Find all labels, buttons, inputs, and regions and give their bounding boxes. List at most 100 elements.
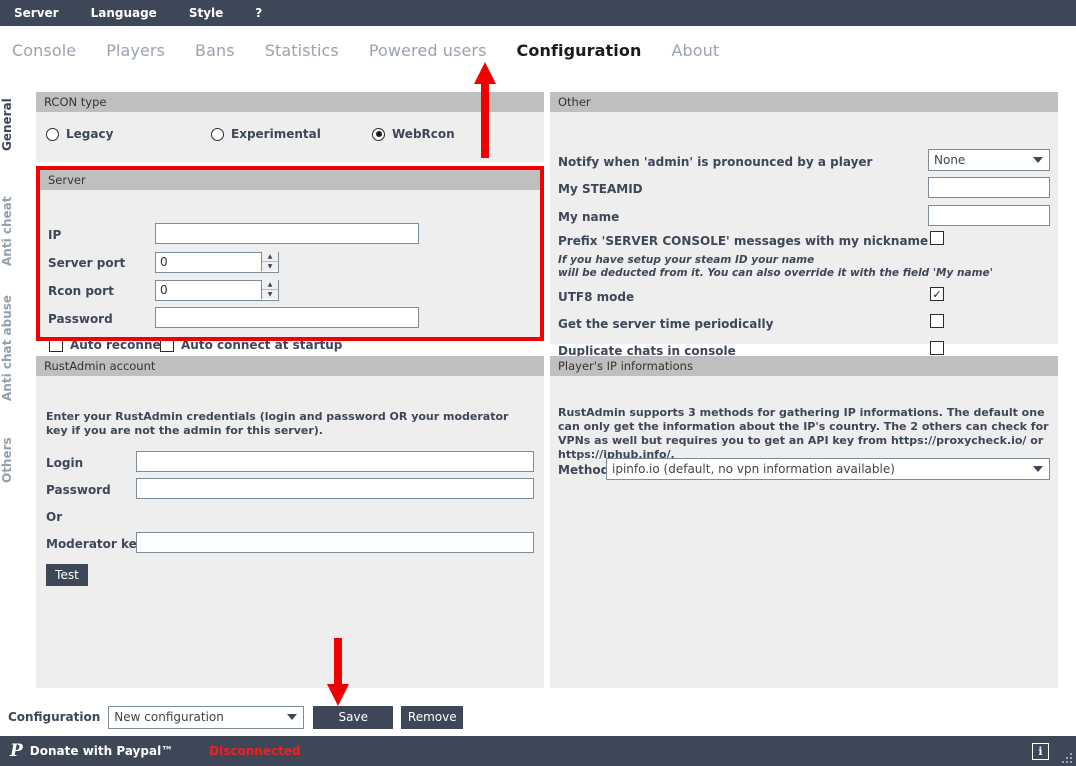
rustadmin-account-panel: RustAdmin account Enter your RustAdmin c… — [36, 356, 544, 688]
auto-connect-startup-checkbox[interactable]: Auto connect at startup — [160, 338, 342, 352]
tab-configuration[interactable]: Configuration — [517, 41, 642, 60]
paypal-icon: P — [10, 743, 23, 760]
ip-input[interactable] — [155, 223, 419, 244]
moderator-key-label: Moderator key — [46, 537, 145, 551]
auto-reconnect-label: Auto reconnect — [70, 338, 173, 352]
radio-legacy[interactable]: Legacy — [46, 127, 113, 141]
rcon-port-stepper[interactable] — [155, 279, 279, 301]
menu-item-style[interactable]: Style — [185, 4, 227, 22]
ip-informations-description: RustAdmin supports 3 methods for gatheri… — [558, 406, 1052, 462]
configuration-select[interactable]: New configuration — [108, 706, 304, 729]
rcon-port-spin-buttons[interactable] — [261, 280, 278, 299]
method-label: Method — [558, 463, 609, 477]
method-select[interactable]: ipinfo.io (default, no vpn information a… — [606, 458, 1050, 480]
my-steamid-label: My STEAMID — [558, 182, 643, 196]
chevron-down-icon — [287, 714, 297, 720]
server-port-spin-down-icon[interactable] — [262, 262, 278, 271]
ip-label: IP — [48, 228, 61, 242]
tab-bans[interactable]: Bans — [195, 41, 235, 60]
auto-connect-startup-checkbox-box — [160, 338, 174, 352]
steam-id-hint-line1: If you have setup your steam ID your nam… — [558, 254, 998, 267]
sidetab-general[interactable]: General — [0, 88, 34, 162]
tab-console[interactable]: Console — [12, 41, 76, 60]
chevron-down-icon — [1033, 466, 1043, 472]
prefix-console-checkbox[interactable] — [930, 231, 944, 245]
server-port-spin-up-icon[interactable] — [262, 252, 278, 262]
notify-admin-select[interactable]: None — [928, 149, 1050, 171]
tab-about[interactable]: About — [671, 41, 719, 60]
rcon-port-label: Rcon port — [48, 284, 114, 298]
radio-experimental[interactable]: Experimental — [211, 127, 321, 141]
radio-legacy-indicator — [46, 128, 59, 141]
server-password-input[interactable] — [155, 307, 419, 328]
account-password-label: Password — [46, 483, 111, 497]
sidetab-others[interactable]: Others — [0, 428, 34, 492]
notify-admin-selected-value: None — [934, 153, 965, 167]
donate-paypal-link[interactable]: Donate with Paypal™ — [30, 744, 173, 758]
or-label: Or — [46, 510, 62, 524]
my-steamid-input[interactable] — [928, 177, 1050, 198]
sidetab-anti-chat-abuse[interactable]: Anti chat abuse — [0, 286, 34, 410]
radio-webrcon-indicator — [372, 128, 385, 141]
chevron-down-icon — [1033, 157, 1043, 163]
server-port-spin-buttons[interactable] — [261, 252, 278, 271]
tab-players[interactable]: Players — [106, 41, 165, 60]
utf8-mode-checkbox[interactable]: ✓ — [930, 287, 944, 301]
auto-reconnect-checkbox[interactable]: Auto reconnect — [49, 338, 173, 352]
rcon-port-spin-down-icon[interactable] — [262, 290, 278, 299]
remove-button[interactable]: Remove — [401, 706, 463, 729]
ip-informations-panel: Player's IP informations RustAdmin suppo… — [550, 356, 1058, 688]
save-button[interactable]: Save — [313, 706, 393, 729]
auto-reconnect-checkbox-box — [49, 338, 63, 352]
server-password-label: Password — [48, 312, 113, 326]
other-panel-title: Other — [550, 92, 1058, 112]
other-panel: Other Notify when 'admin' is pronounced … — [550, 92, 1058, 344]
moderator-key-input[interactable] — [136, 532, 534, 553]
server-panel: Server IP Server port Rcon port Pa — [40, 170, 540, 337]
prefix-console-label: Prefix 'SERVER CONSOLE' messages with my… — [558, 234, 928, 248]
menu-item-language[interactable]: Language — [87, 4, 161, 22]
server-time-label: Get the server time periodically — [558, 317, 773, 331]
configuration-selected-value: New configuration — [114, 710, 224, 724]
rustadmin-account-panel-title: RustAdmin account — [36, 356, 544, 376]
resize-grip[interactable] — [1058, 749, 1072, 763]
configuration-bar-label: Configuration — [8, 710, 100, 724]
account-password-input[interactable] — [136, 478, 534, 499]
rustadmin-window: Server Language Style ? Console Players … — [0, 0, 1076, 766]
radio-experimental-label: Experimental — [231, 127, 321, 141]
my-name-input[interactable] — [928, 205, 1050, 226]
server-panel-title: Server — [40, 170, 540, 190]
info-icon[interactable]: i — [1032, 743, 1049, 760]
method-selected-value: ipinfo.io (default, no vpn information a… — [612, 462, 895, 476]
test-button[interactable]: Test — [46, 564, 88, 586]
configuration-bar: Configuration New configuration Save Rem… — [0, 700, 1076, 734]
rcon-port-spin-up-icon[interactable] — [262, 280, 278, 290]
menu-item-help[interactable]: ? — [251, 4, 266, 22]
connection-status-badge: Disconnected — [209, 744, 300, 758]
rcon-type-panel-title: RCON type — [36, 92, 544, 112]
rustadmin-account-description: Enter your RustAdmin credentials (login … — [46, 410, 526, 438]
login-input[interactable] — [136, 451, 534, 472]
tab-powered-users[interactable]: Powered users — [369, 41, 487, 60]
server-port-stepper[interactable] — [155, 251, 279, 273]
ip-informations-panel-title: Player's IP informations — [550, 356, 1058, 376]
status-bar: P Donate with Paypal™ Disconnected i — [0, 736, 1076, 766]
duplicate-chats-checkbox[interactable] — [930, 341, 944, 355]
auto-connect-startup-label: Auto connect at startup — [181, 338, 342, 352]
steam-id-hint-line2: will be deducted from it. You can also o… — [558, 267, 998, 280]
steam-id-hint: If you have setup your steam ID your nam… — [558, 254, 998, 280]
menu-item-server[interactable]: Server — [10, 4, 63, 22]
notify-admin-label: Notify when 'admin' is pronounced by a p… — [558, 155, 872, 169]
radio-webrcon[interactable]: WebRcon — [372, 127, 455, 141]
radio-legacy-label: Legacy — [66, 127, 113, 141]
server-time-checkbox[interactable] — [930, 314, 944, 328]
radio-webrcon-label: WebRcon — [392, 127, 455, 141]
tab-statistics[interactable]: Statistics — [265, 41, 339, 60]
vertical-tab-bar: General Anti cheat Anti chat abuse Other… — [0, 88, 34, 688]
login-label: Login — [46, 456, 83, 470]
rcon-type-panel: RCON type Legacy Experimental WebRcon — [36, 92, 544, 162]
server-port-label: Server port — [48, 256, 125, 270]
main-tab-bar: Console Players Bans Statistics Powered … — [0, 26, 1076, 74]
menu-bar: Server Language Style ? — [0, 0, 1076, 26]
sidetab-anti-cheat[interactable]: Anti cheat — [0, 186, 34, 276]
